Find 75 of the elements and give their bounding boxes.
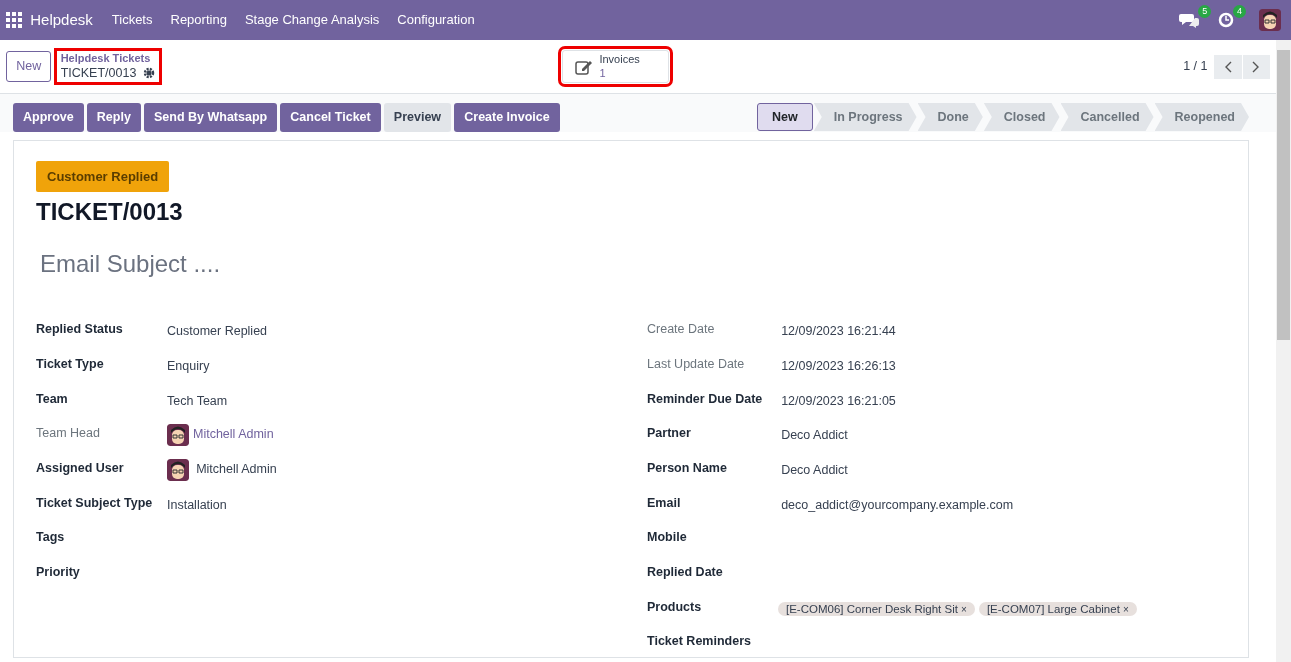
- field-label: Replied Status: [36, 321, 124, 339]
- field-label: Team: [36, 390, 69, 408]
- field-label: Ticket Reminders: [647, 633, 752, 651]
- app-name[interactable]: Helpdesk: [22, 8, 103, 32]
- field-value: 12/09/2023 16:26:13: [781, 358, 896, 373]
- smart-button-label: Invoices: [599, 53, 640, 67]
- user-avatar[interactable]: [1258, 9, 1281, 31]
- chevron-right-icon: [1252, 60, 1261, 73]
- action-button[interactable]: Approve: [13, 103, 84, 132]
- tag-text: [E-COM07] Large Cabinet: [986, 602, 1120, 615]
- field-label: Team Head: [36, 425, 101, 443]
- breadcrumb-link[interactable]: Helpdesk Tickets: [60, 51, 155, 66]
- new-button[interactable]: New: [6, 51, 52, 82]
- menu-item[interactable]: Tickets: [102, 10, 162, 30]
- field-label: Priority: [36, 564, 81, 582]
- field-value: Enquiry: [167, 358, 210, 373]
- remove-tag-icon[interactable]: ×: [961, 603, 967, 615]
- user-name: Mitchell Admin: [196, 462, 277, 477]
- notification-badge: 5: [1198, 4, 1212, 19]
- avatar-icon: [167, 424, 189, 447]
- field-label: Partner: [647, 425, 692, 443]
- clock-icon: [1218, 12, 1234, 29]
- field-value: deco_addict@yourcompany.example.com: [781, 497, 1014, 512]
- notification-badge: 4: [1233, 4, 1246, 19]
- field-value: Tech Team: [167, 393, 228, 408]
- stage-step[interactable]: New: [757, 103, 813, 131]
- menu-item[interactable]: Stage Change Analysis: [235, 10, 389, 30]
- settings-icon: [142, 67, 155, 80]
- stage-step[interactable]: Done: [917, 103, 983, 131]
- remove-tag-icon[interactable]: ×: [1122, 603, 1129, 615]
- field-value: Deco Addict: [781, 428, 848, 443]
- menu-item[interactable]: Configuration: [388, 10, 484, 30]
- stage-step[interactable]: Cancelled: [1060, 103, 1154, 131]
- field-value: Customer Replied: [167, 324, 268, 339]
- field-value: Installation: [167, 497, 227, 512]
- record-name: TICKET/0013: [60, 65, 137, 82]
- subject-field[interactable]: Email Subject ....: [40, 246, 440, 283]
- field-value: 12/09/2023 16:21:44: [781, 324, 896, 339]
- tag-text: [E-COM06] Corner Desk Right Sit: [786, 602, 958, 615]
- field-label: Person Name: [647, 460, 728, 477]
- next-button[interactable]: [1241, 54, 1270, 79]
- field-label: Ticket Type: [36, 355, 105, 373]
- apps-menu-icon: [6, 12, 23, 28]
- pager-value: 1 / 1: [1183, 58, 1208, 76]
- scrollbar[interactable]: [1276, 40, 1291, 662]
- action-button[interactable]: Send By Whatsapp: [144, 103, 278, 132]
- field-label: Replied Date: [647, 564, 724, 582]
- menu-item[interactable]: Reporting: [161, 10, 236, 30]
- field-label: Last Update Date: [647, 355, 746, 373]
- action-button[interactable]: Cancel Ticket: [280, 103, 381, 132]
- field-label: Reminder Due Date: [647, 390, 764, 408]
- field-value: 12/09/2023 16:21:05: [781, 393, 896, 408]
- chevron-left-icon: [1223, 60, 1232, 73]
- action-button[interactable]: Preview: [383, 103, 452, 132]
- field-label: Mobile: [647, 529, 688, 547]
- field-label: Tags: [36, 529, 66, 547]
- field-label: Products: [647, 598, 703, 616]
- smart-button-value: 1: [599, 66, 607, 80]
- field-label: Email: [647, 494, 682, 512]
- stage-step[interactable]: In Progress: [813, 103, 917, 131]
- previous-button[interactable]: [1213, 54, 1242, 79]
- status-ribbon: Customer Replied: [36, 160, 170, 193]
- stage-step[interactable]: Reopened: [1154, 103, 1249, 131]
- field-value: Deco Addict: [781, 463, 848, 477]
- action-button[interactable]: Create Invoice: [454, 103, 560, 132]
- action-button[interactable]: Reply: [86, 103, 141, 132]
- field-label: Assigned User: [36, 460, 125, 477]
- stage-step[interactable]: Closed: [983, 103, 1060, 131]
- field-label: Ticket Subject Type: [36, 494, 154, 512]
- record-title: TICKET/0013: [36, 197, 184, 228]
- field-label: Create Date: [647, 321, 716, 339]
- avatar-icon: [167, 459, 189, 481]
- chat-icon: [1179, 12, 1200, 29]
- user-name[interactable]: Mitchell Admin: [193, 427, 274, 442]
- edit-icon: [575, 58, 594, 75]
